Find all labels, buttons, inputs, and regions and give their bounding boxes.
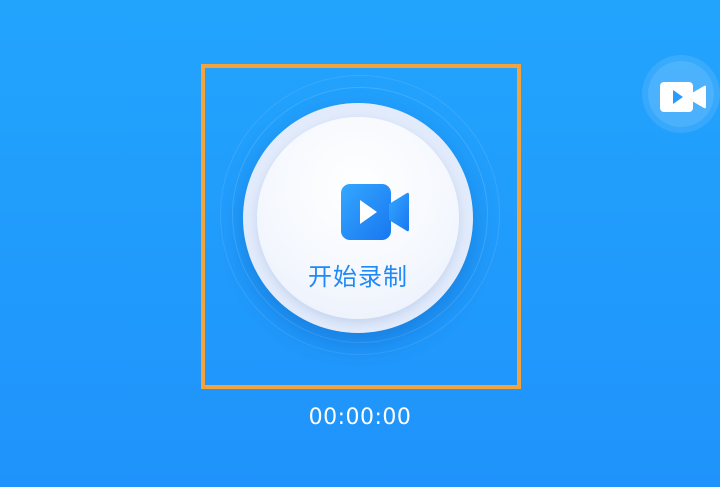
recording-timer: 00:00:00 xyxy=(308,405,412,430)
recorder-panel: 开始录制 00:00:00 xyxy=(0,0,720,487)
start-recording-label: 开始录制 xyxy=(308,263,408,291)
video-recording-side-button[interactable] xyxy=(642,55,720,133)
video-camera-play-icon xyxy=(341,184,409,240)
start-recording-button[interactable]: 开始录制 xyxy=(243,103,473,333)
video-recording-side-button-inner[interactable] xyxy=(648,61,714,127)
start-recording-button-face[interactable]: 开始录制 xyxy=(257,117,459,319)
video-camera-play-icon xyxy=(660,82,706,112)
